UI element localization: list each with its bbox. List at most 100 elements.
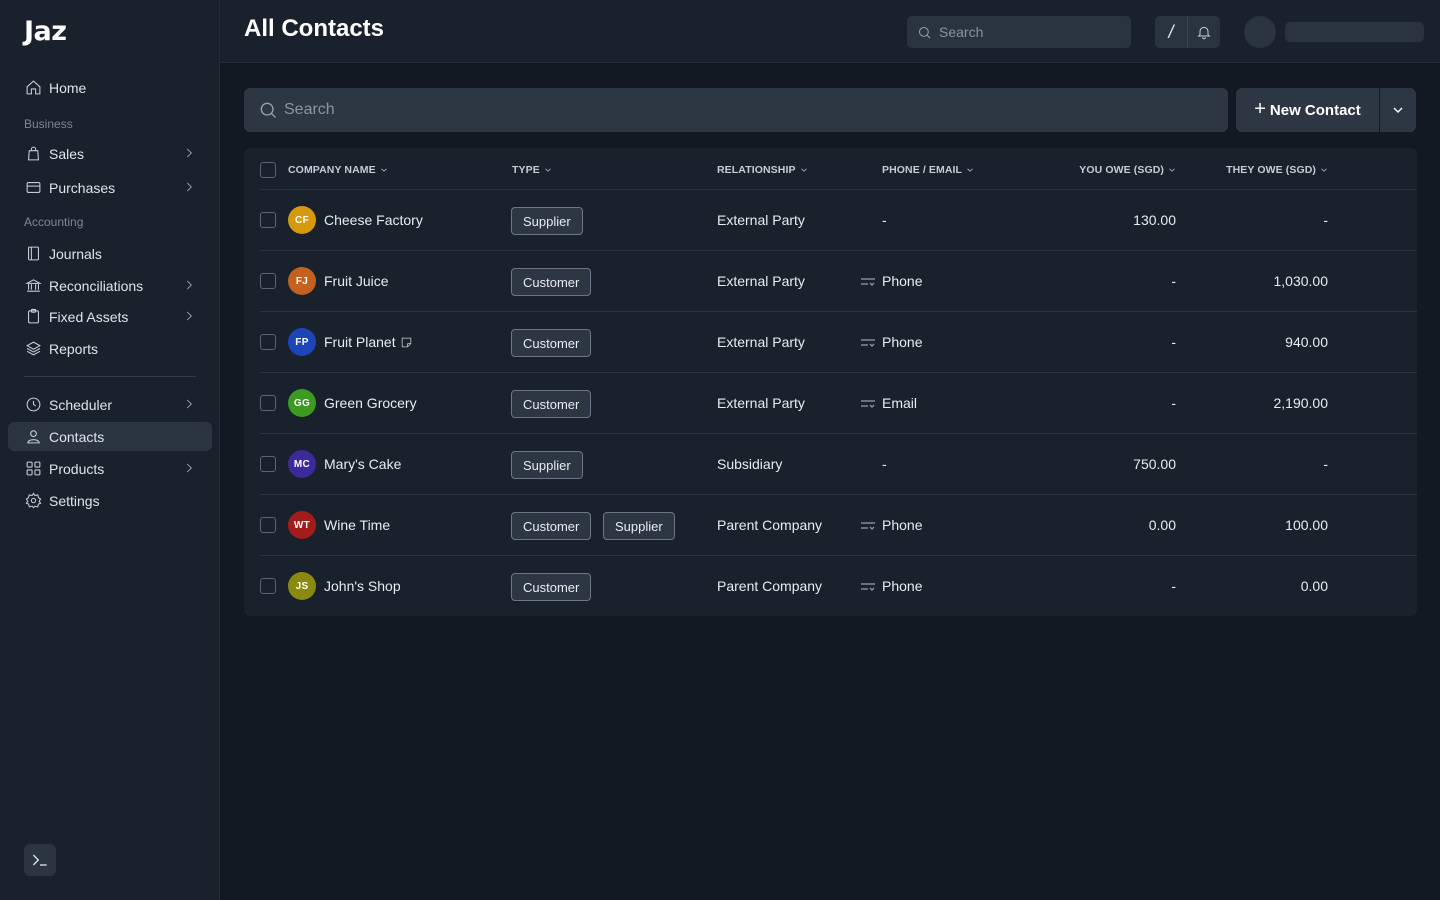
column-header-company[interactable]: COMPANY NAME bbox=[288, 164, 389, 176]
shortcut-button[interactable]: / bbox=[1155, 16, 1187, 48]
you-owe-amount: 750.00 bbox=[1133, 456, 1176, 472]
row-checkbox[interactable] bbox=[260, 517, 276, 533]
table-row[interactable]: FJ Fruit Juice Customer External Party Phone… bbox=[244, 251, 1401, 312]
column-header-type[interactable]: TYPE bbox=[512, 164, 553, 176]
company-name-link[interactable]: Green Grocery bbox=[324, 395, 417, 411]
table-row[interactable]: JS John's Shop Customer Parent Company Phone… bbox=[244, 556, 1401, 617]
sidebar-item-label: Journals bbox=[49, 245, 102, 262]
chevron-right-icon bbox=[182, 278, 196, 292]
company-name-link[interactable]: Mary's Cake bbox=[324, 456, 401, 472]
contact-avatar: CF bbox=[288, 206, 316, 234]
select-all-checkbox[interactable] bbox=[260, 162, 276, 178]
sidebar-item-products[interactable]: Products bbox=[8, 454, 212, 483]
sidebar-item-reports[interactable]: Reports bbox=[8, 334, 212, 363]
column-header-relationship[interactable]: RELATIONSHIP bbox=[717, 164, 809, 176]
user-menu-placeholder[interactable] bbox=[1285, 22, 1424, 42]
row-checkbox[interactable] bbox=[260, 273, 276, 289]
they-owe-amount: 0.00 bbox=[1300, 578, 1328, 594]
contact-method: Phone bbox=[860, 273, 922, 289]
chevron-right-icon bbox=[182, 309, 196, 323]
row-checkbox[interactable] bbox=[260, 456, 276, 472]
notifications-button[interactable] bbox=[1187, 16, 1219, 48]
sidebar-item-scheduler[interactable]: Scheduler bbox=[8, 390, 212, 419]
contact-avatar: FJ bbox=[288, 267, 316, 295]
sidebar-item-label: Reports bbox=[49, 340, 99, 357]
new-contact-dropdown-button[interactable] bbox=[1380, 88, 1416, 132]
search-icon bbox=[260, 102, 276, 118]
contact-method: Phone bbox=[860, 578, 922, 594]
you-owe-amount: - bbox=[1171, 395, 1176, 411]
credit-card-icon bbox=[24, 179, 42, 197]
lines-chevron-icon bbox=[860, 580, 876, 592]
company-name-link[interactable]: Wine Time bbox=[324, 517, 390, 533]
terminal-button[interactable] bbox=[24, 844, 56, 876]
company-name-link[interactable]: Cheese Factory bbox=[324, 212, 423, 228]
global-search[interactable] bbox=[907, 16, 1131, 48]
table-row[interactable]: GG Green Grocery Customer External Party Ema… bbox=[244, 373, 1401, 434]
table-row[interactable]: WT Wine Time Customer Supplier Parent Compan… bbox=[244, 495, 1401, 556]
contact-method-label: Phone bbox=[882, 578, 923, 594]
row-checkbox[interactable] bbox=[260, 212, 276, 228]
type-badge: Supplier bbox=[511, 207, 583, 235]
new-contact-button[interactable]: + New Contact bbox=[1236, 88, 1379, 132]
column-header-phone-email[interactable]: PHONE / EMAIL bbox=[882, 164, 975, 176]
header-tools: / bbox=[1155, 16, 1220, 48]
column-header-they-owe[interactable]: THEY OWE (SGD) bbox=[1226, 164, 1329, 176]
table-row[interactable]: CF Cheese Factory Supplier External Party - 1… bbox=[244, 190, 1401, 251]
terminal-icon bbox=[32, 854, 47, 866]
company-name: John's Shop bbox=[324, 578, 401, 594]
row-checkbox[interactable] bbox=[260, 395, 276, 411]
you-owe-amount: 0.00 bbox=[1148, 517, 1176, 533]
global-search-input[interactable] bbox=[939, 24, 1119, 40]
type-badge: Customer bbox=[511, 268, 592, 296]
shortcut-label: / bbox=[1168, 21, 1174, 42]
company-name-link[interactable]: Fruit Juice bbox=[324, 273, 389, 289]
company-name: Green Grocery bbox=[324, 395, 417, 411]
sidebar-divider bbox=[24, 376, 196, 377]
relationship-text: External Party bbox=[717, 395, 805, 411]
contacts-search-input[interactable] bbox=[284, 101, 1184, 119]
company-name-link[interactable]: John's Shop bbox=[324, 578, 401, 594]
clipboard-icon bbox=[24, 308, 42, 326]
sidebar-item-journals[interactable]: Journals bbox=[8, 239, 212, 268]
page-title: All Contacts bbox=[244, 15, 385, 42]
chevron-right-icon bbox=[182, 397, 196, 411]
sidebar-item-label: Settings bbox=[49, 492, 100, 509]
sidebar-item-reconciliations[interactable]: Reconciliations bbox=[8, 271, 212, 300]
table-row[interactable]: FP Fruit Planet Customer External Party Phon… bbox=[244, 312, 1401, 373]
row-checkbox[interactable] bbox=[260, 578, 276, 594]
user-avatar[interactable] bbox=[1244, 16, 1276, 48]
sidebar-item-fixed-assets[interactable]: Fixed Assets bbox=[8, 302, 212, 331]
gear-icon bbox=[24, 492, 42, 510]
book-icon bbox=[24, 245, 42, 263]
sidebar-item-label: Sales bbox=[49, 145, 85, 162]
contact-avatar: JS bbox=[288, 572, 316, 600]
chevron-down-icon bbox=[967, 168, 973, 172]
column-header-label: TYPE bbox=[512, 164, 540, 176]
clock-icon bbox=[24, 396, 42, 414]
user-icon bbox=[24, 428, 42, 446]
contact-method-label: Email bbox=[882, 395, 918, 411]
contact-avatar: FP bbox=[288, 328, 316, 356]
you-owe-amount: - bbox=[1171, 334, 1176, 350]
sidebar-item-purchases[interactable]: Purchases bbox=[8, 173, 212, 202]
column-header-you-owe[interactable]: YOU OWE (SGD) bbox=[1079, 164, 1177, 176]
header-divider bbox=[260, 189, 1417, 190]
sidebar-item-sales[interactable]: Sales bbox=[8, 139, 212, 168]
column-header-label: RELATIONSHIP bbox=[717, 164, 796, 176]
company-name-link[interactable]: Fruit Planet bbox=[324, 334, 413, 350]
section-label-accounting: Accounting bbox=[24, 215, 84, 229]
row-checkbox[interactable] bbox=[260, 334, 276, 350]
sidebar-item-home[interactable]: Home bbox=[8, 73, 212, 102]
search-icon bbox=[919, 26, 931, 38]
chevron-down-icon bbox=[1393, 107, 1403, 113]
contacts-search[interactable] bbox=[244, 88, 1228, 132]
sidebar-item-contacts[interactable]: Contacts bbox=[8, 422, 212, 451]
they-owe-amount: 1,030.00 bbox=[1273, 273, 1329, 289]
sidebar-item-settings[interactable]: Settings bbox=[8, 486, 212, 515]
table-row[interactable]: MC Mary's Cake Supplier Subsidiary - 750.00 - bbox=[244, 434, 1401, 495]
app-logo[interactable]: Jaz bbox=[24, 16, 67, 47]
contact-avatar: GG bbox=[288, 389, 316, 417]
column-header-label: PHONE / EMAIL bbox=[882, 164, 963, 176]
shopping-bag-icon bbox=[24, 145, 42, 163]
